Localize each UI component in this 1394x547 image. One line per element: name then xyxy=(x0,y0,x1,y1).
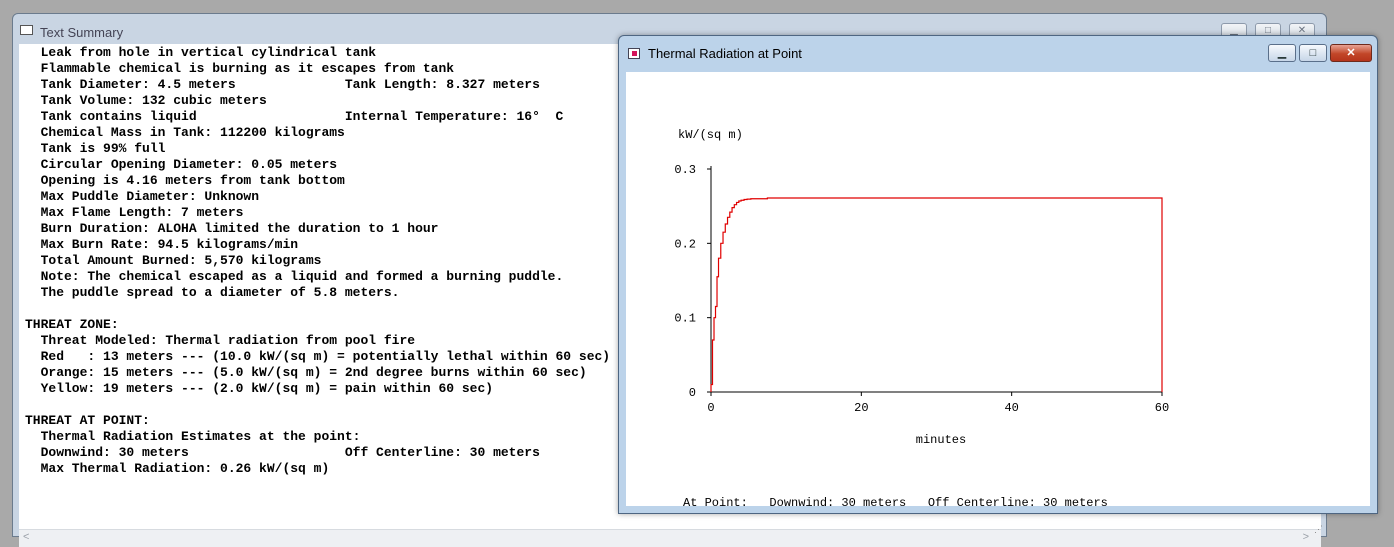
y-tick-label: 0 xyxy=(689,386,696,400)
at-point-summary: At Point: Downwind: 30 meters Off Center… xyxy=(683,496,1108,506)
summary-line: Max Burn Rate: 94.5 kilograms/min xyxy=(40,237,299,252)
x-tick-label: 60 xyxy=(1155,401,1169,415)
y-tick-label: 0.3 xyxy=(674,163,696,177)
thermal-window-title: Thermal Radiation at Point xyxy=(648,46,802,61)
maximize-button[interactable]: □ xyxy=(1299,44,1327,62)
thermal-radiation-series-line xyxy=(710,197,1163,392)
summary-line: Tank contains liquid Internal Temperatur… xyxy=(40,109,564,124)
summary-line: Circular Opening Diameter: 0.05 meters xyxy=(40,157,338,172)
scroll-right-icon[interactable]: > xyxy=(1303,531,1309,543)
summary-line: Burn Duration: ALOHA limited the duratio… xyxy=(40,221,439,236)
summary-line: Tank Diameter: 4.5 meters Tank Length: 8… xyxy=(40,77,540,92)
x-tick-label: 40 xyxy=(1004,401,1018,415)
summary-line: Max Flame Length: 7 meters xyxy=(40,205,244,220)
chart-window-icon xyxy=(628,48,640,59)
summary-line: Downwind: 30 meters Off Centerline: 30 m… xyxy=(40,445,540,460)
text-summary-title: Text Summary xyxy=(40,25,124,40)
summary-line: Max Puddle Diameter: Unknown xyxy=(40,189,260,204)
summary-line: Opening is 4.16 meters from tank bottom xyxy=(40,173,345,188)
summary-line: Tank Volume: 132 cubic meters xyxy=(40,93,267,108)
summary-line: Flammable chemical is burning as it esca… xyxy=(40,61,455,76)
summary-line: Orange: 15 meters --- (5.0 kW/(sq m) = 2… xyxy=(40,365,587,380)
thermal-radiation-chart-area: kW/(sq m) minutes At Point: Downwind: 30… xyxy=(626,72,1370,506)
summary-line: Yellow: 19 meters --- (2.0 kW/(sq m) = p… xyxy=(40,381,494,396)
summary-line: The puddle spread to a diameter of 5.8 m… xyxy=(40,285,400,300)
y-axis-label: kW/(sq m) xyxy=(678,128,743,142)
summary-line: Max Thermal Radiation: 0.26 kW/(sq m) xyxy=(40,461,330,476)
thermal-radiation-window[interactable]: Thermal Radiation at Point ▁ □ ✕ kW/(sq … xyxy=(618,35,1378,514)
summary-line: Chemical Mass in Tank: 112200 kilograms xyxy=(40,125,345,140)
summary-line: THREAT AT POINT: xyxy=(25,413,150,428)
summary-line: Thermal Radiation Estimates at the point… xyxy=(40,429,361,444)
summary-line: THREAT ZONE: xyxy=(25,317,119,332)
summary-line: Leak from hole in vertical cylindrical t… xyxy=(40,45,377,60)
text-document-icon xyxy=(20,25,33,35)
summary-line: Note: The chemical escaped as a liquid a… xyxy=(40,269,564,284)
summary-line: Tank is 99% full xyxy=(40,141,166,156)
x-axis-label: minutes xyxy=(916,433,966,447)
summary-text: Leak from hole in vertical cylindrical t… xyxy=(25,45,610,477)
y-tick-label: 0.1 xyxy=(674,312,696,326)
horizontal-scrollbar[interactable]: < > xyxy=(19,529,1321,547)
close-button[interactable]: ✕ xyxy=(1330,44,1372,62)
x-tick-label: 0 xyxy=(707,401,714,415)
minimize-button[interactable]: ▁ xyxy=(1268,44,1296,62)
resize-grip-icon[interactable]: ⋰ xyxy=(1314,524,1324,534)
summary-line: Threat Modeled: Thermal radiation from p… xyxy=(40,333,416,348)
summary-line: Red : 13 meters --- (10.0 kW/(sq m) = po… xyxy=(40,349,611,364)
summary-line: Total Amount Burned: 5,570 kilograms xyxy=(40,253,322,268)
scroll-left-icon[interactable]: < xyxy=(23,531,29,543)
x-tick-label: 20 xyxy=(854,401,868,415)
y-tick-label: 0.2 xyxy=(674,237,696,251)
thermal-radiation-chart: kW/(sq m) minutes At Point: Downwind: 30… xyxy=(674,128,1169,506)
